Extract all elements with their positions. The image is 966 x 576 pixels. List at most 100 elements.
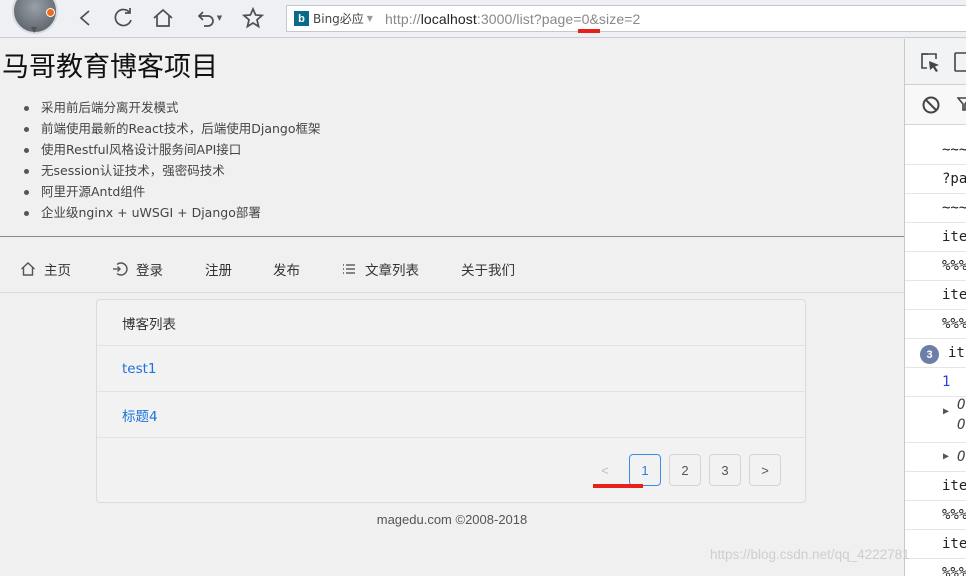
pagination-page[interactable]: 3 — [709, 454, 741, 486]
home-icon — [153, 8, 173, 27]
divider — [0, 236, 904, 237]
blog-link[interactable]: test1 — [122, 361, 157, 377]
chevron-down-icon: ▼ — [216, 14, 223, 22]
url-text[interactable]: http://localhost:3000/list?page=0&size=2 — [385, 11, 640, 27]
pagination-page[interactable]: 1 — [629, 454, 661, 486]
undo-button[interactable]: ▼ — [190, 6, 226, 30]
feature-item: 前端使用最新的React技术，后端使用Django框架 — [24, 118, 321, 139]
site-title: 马哥教育博客项目 — [2, 52, 218, 83]
chevron-down-icon[interactable]: ▼ — [31, 25, 37, 34]
blog-link[interactable]: 标题4 — [122, 405, 158, 425]
pagination: < 1 2 3 > — [97, 438, 805, 502]
inspect-element-icon[interactable] — [919, 51, 941, 73]
menu-item-about[interactable]: 关于我们 — [461, 259, 515, 279]
feature-list: 采用前后端分离开发模式 前端使用最新的React技术，后端使用Django框架 … — [24, 97, 321, 223]
feature-item: 使用Restful风格设计服务间API接口 — [24, 139, 321, 160]
arrow-left-icon — [79, 10, 90, 26]
star-icon — [242, 7, 264, 29]
console-text: ite — [942, 287, 966, 303]
menu-label: 登录 — [136, 263, 163, 279]
console-line[interactable]: ▶ O O — [905, 397, 966, 443]
feature-item: 企业级nginx + uWSGI + Django部署 — [24, 202, 321, 223]
feature-item: 采用前后端分离开发模式 — [24, 97, 321, 118]
console-line: ~~~ — [905, 136, 966, 165]
favorite-button[interactable] — [240, 6, 266, 30]
console-text: ite — [942, 536, 966, 552]
console-line: ite — [905, 472, 966, 501]
console-text: ?pa — [942, 171, 966, 187]
device-toolbar-icon[interactable] — [951, 51, 966, 73]
page-content: 马哥教育博客项目 采用前后端分离开发模式 前端使用最新的React技术，后端使用… — [0, 39, 904, 576]
console-line: %%% — [905, 501, 966, 530]
console-text: O — [957, 449, 966, 465]
console-line: ite — [905, 223, 966, 252]
url-path: :3000/list?page=0&size=2 — [476, 10, 641, 27]
home-icon — [21, 262, 35, 276]
blog-list-header: 博客列表 — [97, 300, 805, 346]
console-line: ~~~ — [905, 194, 966, 223]
feature-item: 无session认证技术，强密码技术 — [24, 160, 321, 181]
main-menu: 主页 登录 注册 发布 文章列表 关于我们 — [0, 245, 904, 293]
console-text: it — [948, 345, 965, 361]
back-button[interactable] — [74, 6, 96, 30]
refresh-icon — [114, 8, 132, 27]
address-bar[interactable]: b Bing必应 ▼ http://localhost:3000/list?pa… — [286, 5, 966, 32]
blog-list-item[interactable]: test1 — [97, 346, 805, 392]
console-line: 1 — [905, 368, 966, 397]
undo-icon — [197, 11, 214, 27]
console-line: %%% — [905, 310, 966, 339]
red-underline-annotation — [578, 29, 600, 33]
menu-label: 关于我们 — [461, 263, 515, 279]
console-text: ite — [942, 478, 966, 494]
console-line: %%% — [905, 559, 966, 576]
menu-label: 注册 — [205, 263, 232, 279]
red-underline-annotation — [593, 484, 643, 488]
console-line: 3 it — [905, 339, 966, 368]
watermark: https://blog.csdn.net/qq_4222781 — [710, 547, 910, 562]
bing-icon: b — [294, 11, 309, 26]
menu-label: 文章列表 — [365, 263, 419, 279]
filter-icon[interactable] — [957, 97, 966, 111]
feature-item: 阿里开源Antd组件 — [24, 181, 321, 202]
url-prefix: http:// — [384, 10, 421, 27]
pagination-next-button[interactable]: > — [749, 454, 781, 486]
blog-list-item[interactable]: 标题4 — [97, 392, 805, 438]
console-text: 1 — [942, 374, 951, 390]
console-line: ite — [905, 530, 966, 559]
devtools-toolbar — [905, 39, 966, 85]
console-text: %%% — [942, 565, 966, 576]
console-text: ~~~ — [942, 142, 966, 158]
notification-dot — [46, 8, 55, 17]
clear-console-icon[interactable] — [921, 95, 941, 115]
menu-item-publish[interactable]: 发布 — [273, 259, 300, 279]
console-text: %%% — [942, 316, 966, 332]
menu-item-register[interactable]: 注册 — [205, 259, 232, 279]
console-toolbar — [905, 85, 966, 125]
menu-item-login[interactable]: 登录 — [112, 259, 163, 279]
repeat-count-badge: 3 — [920, 345, 939, 364]
console-text: ~~~ — [942, 200, 966, 216]
console-text: ite — [942, 229, 966, 245]
menu-label: 主页 — [44, 263, 71, 279]
home-button[interactable] — [150, 6, 176, 30]
blog-list-card: 博客列表 test1 标题4 < 1 2 3 > — [96, 299, 806, 503]
chevron-down-icon[interactable]: ▼ — [367, 14, 373, 23]
url-host: localhost — [420, 10, 477, 27]
console-line[interactable]: ▶ O — [905, 443, 966, 472]
search-engine-label[interactable]: Bing必应 — [313, 10, 364, 27]
console-text: %%% — [942, 507, 966, 523]
console-text: O — [957, 417, 966, 433]
refresh-button[interactable] — [110, 6, 136, 30]
list-icon — [343, 264, 355, 274]
menu-label: 发布 — [273, 263, 300, 279]
expand-triangle-icon[interactable]: ▶ — [943, 443, 949, 471]
console-line: ?pa — [905, 165, 966, 194]
expand-triangle-icon[interactable]: ▶ — [943, 398, 949, 426]
devtools-panel: ~~~ ?pa ~~~ ite %%% ite %%% 3 it 1 ▶ O O… — [904, 39, 966, 576]
pagination-prev-button[interactable]: < — [589, 454, 621, 486]
pagination-page[interactable]: 2 — [669, 454, 701, 486]
menu-item-articles[interactable]: 文章列表 — [341, 259, 419, 279]
console-line: %%% — [905, 252, 966, 281]
console-text: %%% — [942, 258, 966, 274]
menu-item-home[interactable]: 主页 — [20, 259, 71, 279]
